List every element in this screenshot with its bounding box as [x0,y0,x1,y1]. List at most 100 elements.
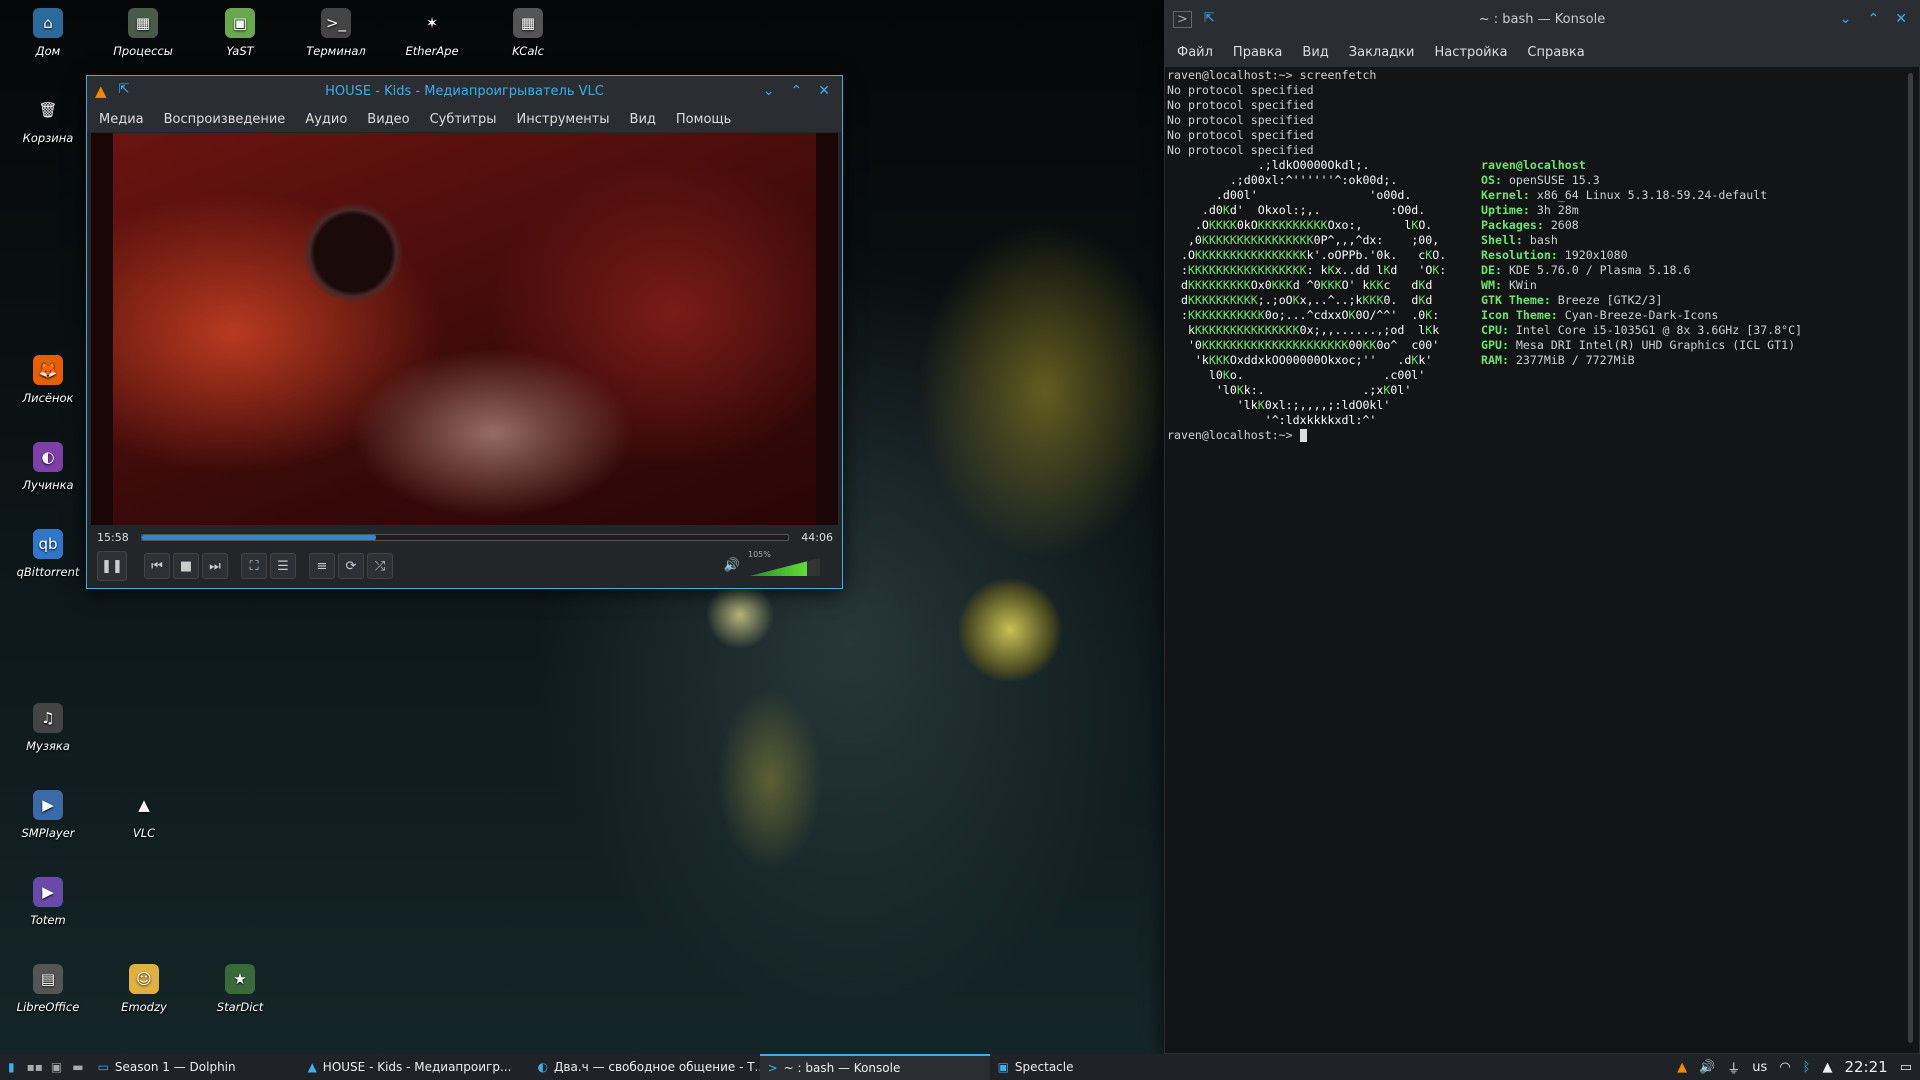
desktop-icon-desktop.icons_row1-2[interactable]: >_ Терминал [296,8,376,58]
task-3[interactable]: > ~ : bash — Konsole [759,1054,990,1080]
pin-icon[interactable]: ⇱ [119,82,130,100]
info-row: Kernel: x86_64 Linux 5.3.18-59.24-defaul… [1481,188,1802,203]
desktop-icon-desktop.icons_col1-4[interactable]: qb qBittorrent [8,529,88,579]
dolphin-icon: ▭ [97,1060,109,1074]
vlc-tray-icon[interactable]: ▲ [1677,1060,1687,1075]
task-label: ~ : bash — Konsole [783,1061,901,1075]
previous-button[interactable]: ⏮ [144,553,170,579]
task-2[interactable]: ◐ Два.ч — свободное общение - Т... [530,1054,760,1080]
task-label: HOUSE - Kids - Медиапроигр... [322,1060,512,1074]
system-monitor-icon: ▦ [128,8,158,38]
desktop-icon-desktop.icons_row1-0[interactable]: ▦ Процессы [103,8,183,58]
keyboard-layout[interactable]: us [1752,1060,1767,1075]
app-launcher-icon[interactable]: ▮ [0,1060,23,1074]
playlist-button[interactable]: ≡ [309,553,335,579]
task-1[interactable]: ▲ HOUSE - Kids - Медиапроигр... [300,1054,530,1080]
peek-desktop-icon[interactable]: ▭ [1900,1060,1912,1075]
minimize-icon[interactable]: ⌄ [763,83,775,99]
bluetooth-icon[interactable]: ᛒ [1803,1060,1811,1075]
desktop-icon-desktop.icons_col2-0[interactable]: ▲ VLC [104,790,184,840]
terminal-prompt[interactable]: raven@localhost:~> [1167,428,1307,442]
extended-settings-button[interactable]: ☰ [270,553,296,579]
desktop-icon-desktop.icons_row1-1[interactable]: ▣ YaST [200,8,280,58]
info-value: KDE 5.76.0 / Plasma 5.18.6 [1508,263,1691,277]
volume-icon[interactable]: 🔊 [1699,1060,1715,1075]
desktop-icon-desktop.icons_col1-5[interactable]: ♫ Музяка [8,703,88,753]
info-key: Icon Theme: [1481,308,1558,322]
info-key: CPU: [1481,323,1509,337]
desktop-icon-label: LibreOffice [16,1000,80,1014]
terminal-scrollbar[interactable] [1908,73,1913,1043]
menu-item-3[interactable]: Видео [367,112,409,127]
close-icon[interactable]: ✕ [1895,11,1907,27]
menu-item-2[interactable]: Вид [1302,45,1328,60]
task-0[interactable]: ▭ Season 1 — Dolphin [90,1054,300,1080]
desktop-icon-desktop.icons_col2-2[interactable]: ★ StarDict [200,964,280,1014]
menu-item-6[interactable]: Вид [630,112,656,127]
screenfetch-logo: .;ldkO0000Okdl;. .;d00xl:^''''''^:ok00d;… [1167,158,1446,428]
seek-bar[interactable]: 15:58 44:06 [97,528,833,546]
logo-line: 'kKKKOxddxkOO00000Okxoc;'' .dKk' [1167,353,1433,367]
maximize-icon[interactable]: ⌃ [791,83,803,99]
menu-item-0[interactable]: Медиа [99,112,144,127]
menu-item-2[interactable]: Аудио [305,112,347,127]
vlc-window-title: HOUSE - Kids - Медиапроигрыватель VLC [325,83,604,99]
tray-expand-icon[interactable]: ▲ [1822,1060,1832,1075]
konsole-titlebar[interactable]: > ⇱ ~ : bash — Konsole ⌄ ⌃ ✕ [1165,1,1919,37]
vlc-titlebar[interactable]: ▲ ⇱ HOUSE - Kids - Медиапроигрыватель VL… [87,76,842,106]
info-row: Icon Theme: Cyan-Breeze-Dark-Icons [1481,308,1802,323]
logo-line: .OKKKKKKKKKKKKKKKKk'.oOPPb.'0k. cKO. [1167,248,1447,262]
show-desktop-icon[interactable]: ▣ [47,1060,66,1074]
time-total: 44:06 [801,530,833,544]
desktop-icon-desktop.icons_col1-8[interactable]: ▤ LibreOffice [8,964,88,1014]
minimize-icon[interactable]: ⌄ [1840,11,1852,27]
vlc-window[interactable]: ▲ ⇱ HOUSE - Kids - Медиапроигрыватель VL… [86,75,843,589]
menu-item-1[interactable]: Правка [1233,45,1282,60]
volume-slider[interactable]: 105% [744,550,820,576]
desktop-icon-desktop.icons_col1-3[interactable]: ◐ Лучинка [8,442,88,492]
desktop-icon-desktop.icons_col1-2[interactable]: 🦊 Лисёнок [8,355,88,405]
fullscreen-button[interactable]: ⛶ [241,553,267,579]
seek-track[interactable] [140,533,790,541]
logo-line: kKKKKKKKKKKKKKKK0x;,,......,;od lKk [1167,323,1440,337]
loop-button[interactable]: ⟳ [338,553,364,579]
desktop-icon-desktop.icons_col2-1[interactable]: ☺ Emodzy [104,964,184,1014]
desktop-icon-desktop.icons_col1-7[interactable]: ▶ Totem [8,877,88,927]
task-4[interactable]: ▣ Spectacle [990,1054,1150,1080]
menu-item-4[interactable]: Настройка [1434,45,1507,60]
maximize-icon[interactable]: ⌃ [1868,11,1880,27]
stop-button[interactable]: ■ [173,553,199,579]
next-button[interactable]: ⏭ [202,553,228,579]
desktop-icon-desktop.icons_col1-6[interactable]: ▶ SMPlayer [8,790,88,840]
libreoffice-icon: ▤ [33,964,63,994]
vlc-menubar: Медиа Воспроизведение Аудио Видео Субтитры Ин… [87,106,842,132]
info-value: KWin [1508,278,1537,292]
pause-button[interactable]: ❚❚ [97,551,127,581]
logo-line: '^:ldxkkkkxdl:^' [1167,413,1377,427]
desktop-icon-desktop.icons_row1-3[interactable]: ✶ EtherApe [392,8,472,58]
menu-item-7[interactable]: Помощь [676,112,731,127]
window-list-icon[interactable]: ▬ [66,1060,89,1074]
info-row: raven@localhost [1481,158,1802,173]
menu-item-1[interactable]: Воспроизведение [164,112,286,127]
shuffle-button[interactable]: ⤮ [367,553,393,579]
menu-item-0[interactable]: Файл [1177,45,1213,60]
speaker-icon[interactable]: 🔊 [724,558,740,573]
desktop-icon-desktop.icons_col1-1[interactable]: 🗑 Корзина [8,95,88,145]
spectacle-icon: ▣ [997,1060,1009,1074]
menu-item-5[interactable]: Справка [1527,45,1584,60]
konsole-window[interactable]: > ⇱ ~ : bash — Konsole ⌄ ⌃ ✕ Файл Правка В… [1164,0,1920,1054]
usb-icon[interactable]: ⏚ [1727,1058,1740,1077]
desktop-icon-desktop.icons_col1-0[interactable]: ⌂ Дом [8,8,88,58]
menu-item-4[interactable]: Субтитры [430,112,497,127]
wifi-icon[interactable]: ◠ [1779,1060,1790,1075]
desktop-icon-desktop.icons_row1-4[interactable]: ▦ KCalc [488,8,568,58]
menu-item-3[interactable]: Закладки [1349,45,1415,60]
menu-item-5[interactable]: Инструменты [517,112,610,127]
video-area[interactable] [91,133,838,525]
close-icon[interactable]: ✕ [818,83,830,99]
clock[interactable]: 22:21 [1844,1058,1887,1076]
pager-icon[interactable]: ▪▪ [23,1060,47,1074]
pin-icon[interactable]: ⇱ [1204,11,1215,28]
logo-line: ,0KKKKKKKKKKKKKKKK0P^,,,^dx: ;00, [1167,233,1440,247]
